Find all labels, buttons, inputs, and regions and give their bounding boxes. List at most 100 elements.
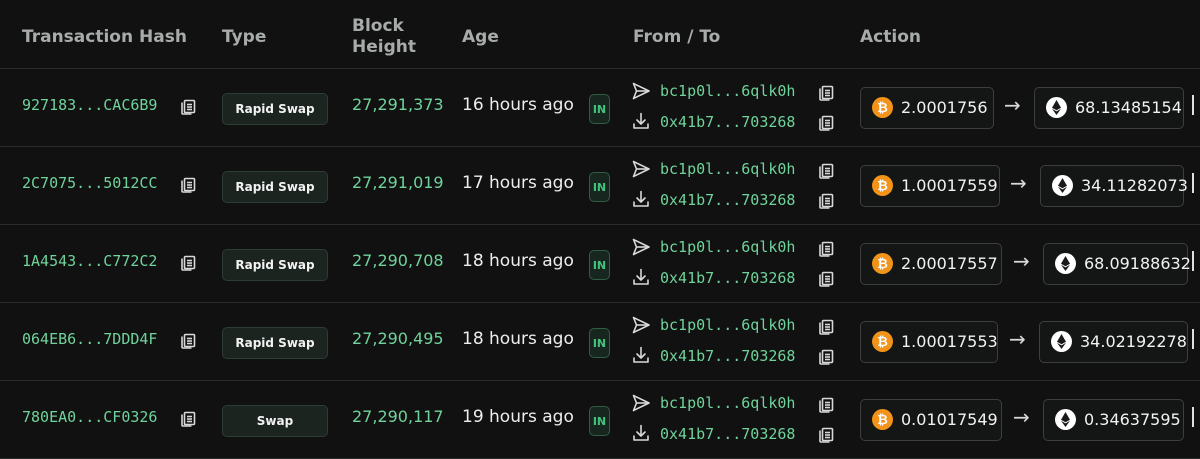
from-address-link[interactable]: bc1p0l...6qlk0h bbox=[660, 82, 795, 100]
to-amount-box: 34.02192278 bbox=[1039, 321, 1188, 363]
column-divider bbox=[1192, 173, 1194, 193]
arrow-right-icon: → bbox=[1013, 249, 1030, 273]
transaction-hash-link[interactable]: 2C7075...5012CC bbox=[22, 174, 157, 192]
transaction-hash-link[interactable]: 1A4543...C772C2 bbox=[22, 252, 157, 270]
table-row: 780EA0...CF0326 Swap 27,290,117 19 hours ag… bbox=[0, 380, 1200, 459]
direction-badge: IN bbox=[589, 406, 610, 436]
copy-icon[interactable] bbox=[817, 269, 835, 287]
send-icon bbox=[631, 81, 651, 101]
to-address-link[interactable]: 0x41b7...703268 bbox=[660, 425, 795, 443]
type-badge: Rapid Swap bbox=[222, 93, 328, 125]
age-text: 18 hours ago bbox=[462, 329, 574, 349]
block-height-link[interactable]: 27,290,117 bbox=[352, 407, 444, 426]
send-icon bbox=[631, 393, 651, 413]
arrow-right-icon: → bbox=[1010, 171, 1027, 195]
bitcoin-icon: ₿ bbox=[872, 97, 893, 118]
send-icon bbox=[631, 315, 651, 335]
copy-icon[interactable] bbox=[817, 347, 835, 365]
arrow-right-icon: → bbox=[1004, 93, 1021, 117]
download-icon bbox=[631, 423, 651, 443]
to-address-link[interactable]: 0x41b7...703268 bbox=[660, 269, 795, 287]
type-badge: Rapid Swap bbox=[222, 327, 328, 359]
copy-icon[interactable] bbox=[179, 409, 197, 427]
column-divider bbox=[1192, 251, 1194, 271]
copy-icon[interactable] bbox=[179, 175, 197, 193]
to-amount: 34.02192278 bbox=[1080, 332, 1187, 351]
download-icon bbox=[631, 189, 651, 209]
copy-icon[interactable] bbox=[817, 161, 835, 179]
table-row: 064EB6...7DDD4F Rapid Swap 27,290,495 18 ho… bbox=[0, 302, 1200, 381]
ethereum-icon bbox=[1051, 331, 1072, 352]
to-amount-box: 68.13485154 bbox=[1034, 87, 1184, 129]
type-badge: Rapid Swap bbox=[222, 171, 328, 203]
copy-icon[interactable] bbox=[179, 331, 197, 349]
from-amount-box: ₿ 1.00017553 bbox=[860, 321, 998, 363]
type-badge: Swap bbox=[222, 405, 328, 437]
send-icon bbox=[631, 237, 651, 257]
column-divider bbox=[1192, 407, 1194, 427]
from-address-link[interactable]: bc1p0l...6qlk0h bbox=[660, 238, 795, 256]
arrow-right-icon: → bbox=[1013, 405, 1030, 429]
to-amount: 68.13485154 bbox=[1075, 98, 1182, 117]
block-height-link[interactable]: 27,291,019 bbox=[352, 173, 444, 192]
from-address-link[interactable]: bc1p0l...6qlk0h bbox=[660, 316, 795, 334]
copy-icon[interactable] bbox=[817, 113, 835, 131]
to-address-link[interactable]: 0x41b7...703268 bbox=[660, 113, 795, 131]
from-amount: 2.00017557 bbox=[901, 254, 998, 273]
bitcoin-icon: ₿ bbox=[872, 175, 893, 196]
to-amount-box: 68.09188632 bbox=[1043, 243, 1191, 285]
header-block-height: Block Height bbox=[352, 16, 416, 57]
age-text: 18 hours ago bbox=[462, 251, 574, 271]
direction-badge: IN bbox=[589, 94, 610, 124]
copy-icon[interactable] bbox=[817, 239, 835, 257]
copy-icon[interactable] bbox=[817, 191, 835, 209]
column-divider bbox=[1192, 329, 1194, 349]
direction-badge: IN bbox=[589, 172, 610, 202]
send-icon bbox=[631, 159, 651, 179]
to-amount-box: 34.11282073 bbox=[1040, 165, 1188, 207]
from-amount: 0.01017549 bbox=[901, 410, 998, 429]
table-row: 927183...CAC6B9 Rapid Swap 27,291,373 16 ho… bbox=[0, 68, 1200, 147]
table-row: 1A4543...C772C2 Rapid Swap 27,290,708 18 ho… bbox=[0, 224, 1200, 303]
age-text: 19 hours ago bbox=[462, 407, 574, 427]
copy-icon[interactable] bbox=[817, 83, 835, 101]
to-amount: 68.09188632 bbox=[1084, 254, 1191, 273]
copy-icon[interactable] bbox=[817, 425, 835, 443]
arrow-right-icon: → bbox=[1009, 327, 1026, 351]
from-amount-box: ₿ 0.01017549 bbox=[860, 399, 1002, 441]
to-amount-box: 0.34637595 bbox=[1043, 399, 1184, 441]
direction-badge: IN bbox=[589, 250, 610, 280]
block-height-link[interactable]: 27,291,373 bbox=[352, 95, 444, 114]
from-amount-box: ₿ 2.0001756 bbox=[860, 87, 994, 129]
from-amount: 2.0001756 bbox=[901, 98, 988, 117]
from-address-link[interactable]: bc1p0l...6qlk0h bbox=[660, 394, 795, 412]
transaction-hash-link[interactable]: 064EB6...7DDD4F bbox=[22, 330, 157, 348]
age-text: 17 hours ago bbox=[462, 173, 574, 193]
copy-icon[interactable] bbox=[179, 97, 197, 115]
bitcoin-icon: ₿ bbox=[872, 331, 893, 352]
to-address-link[interactable]: 0x41b7...703268 bbox=[660, 191, 795, 209]
download-icon bbox=[631, 111, 651, 131]
to-amount: 0.34637595 bbox=[1084, 410, 1181, 429]
download-icon bbox=[631, 267, 651, 287]
to-address-link[interactable]: 0x41b7...703268 bbox=[660, 347, 795, 365]
table-header: Transaction Hash Type Block Height Age F… bbox=[0, 0, 1200, 69]
bitcoin-icon: ₿ bbox=[872, 253, 893, 274]
copy-icon[interactable] bbox=[179, 253, 197, 271]
from-amount-box: ₿ 1.00017559 bbox=[860, 165, 1000, 207]
from-address-link[interactable]: bc1p0l...6qlk0h bbox=[660, 160, 795, 178]
type-badge: Rapid Swap bbox=[222, 249, 328, 281]
column-divider bbox=[1192, 95, 1194, 115]
ethereum-icon bbox=[1055, 409, 1076, 430]
from-amount-box: ₿ 2.00017557 bbox=[860, 243, 1002, 285]
from-amount: 1.00017559 bbox=[901, 176, 998, 195]
age-text: 16 hours ago bbox=[462, 95, 574, 115]
ethereum-icon bbox=[1046, 97, 1067, 118]
block-height-link[interactable]: 27,290,708 bbox=[352, 251, 444, 270]
to-amount: 34.11282073 bbox=[1081, 176, 1188, 195]
copy-icon[interactable] bbox=[817, 317, 835, 335]
copy-icon[interactable] bbox=[817, 395, 835, 413]
block-height-link[interactable]: 27,290,495 bbox=[352, 329, 444, 348]
transaction-hash-link[interactable]: 927183...CAC6B9 bbox=[22, 96, 157, 114]
transaction-hash-link[interactable]: 780EA0...CF0326 bbox=[22, 408, 157, 426]
